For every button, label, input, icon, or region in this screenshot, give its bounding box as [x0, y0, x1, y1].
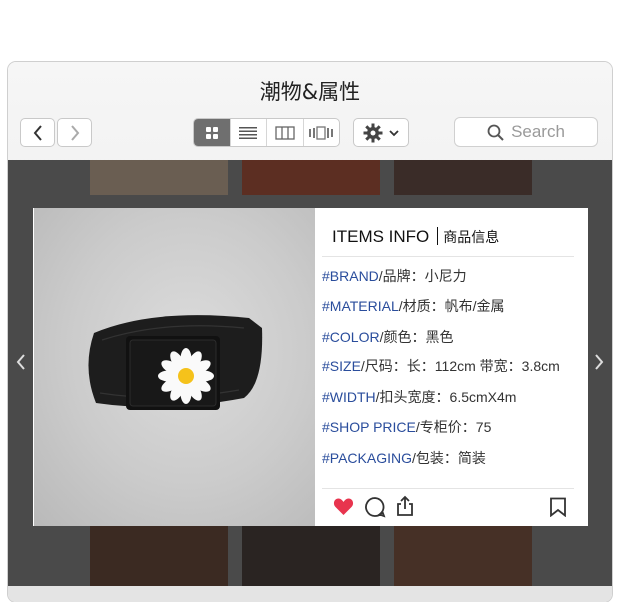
like-button[interactable]	[333, 497, 354, 520]
settings-menu-button[interactable]	[353, 118, 409, 147]
gallery-thumbnail[interactable]	[90, 524, 228, 586]
view-mode-segmented-control	[193, 118, 340, 147]
gallery-thumbnail[interactable]	[394, 160, 532, 195]
next-item-button[interactable]	[592, 350, 606, 374]
heart-icon	[333, 498, 354, 515]
gallery-thumbnail[interactable]	[242, 160, 380, 195]
items-info-header: ITEMS INFO 商品信息	[332, 227, 499, 247]
chevron-left-icon	[33, 124, 42, 141]
attribute-value: /包装：简装	[412, 450, 486, 466]
forward-button[interactable]	[57, 118, 92, 147]
search-placeholder: Search	[511, 122, 565, 141]
attribute-row-material: #MATERIAL/材质：帆布/金属	[322, 296, 505, 316]
attribute-row-size: #SIZE/尺码：长：112cm 带宽：3.8cm	[322, 356, 560, 376]
attribute-row-brand: #BRAND/品牌：小尼力	[322, 266, 467, 286]
search-field[interactable]: Search	[454, 117, 598, 147]
items-info-subtitle: 商品信息	[443, 229, 500, 245]
belt-illustration	[88, 315, 263, 410]
comment-icon	[365, 497, 386, 518]
list-view-button[interactable]	[231, 119, 267, 146]
share-button[interactable]	[395, 495, 415, 521]
chevron-right-icon	[70, 124, 79, 141]
grid-view-button[interactable]	[194, 119, 231, 146]
attribute-row-price: #SHOP PRICE/专柜价：75	[322, 417, 491, 437]
attribute-value: /尺码：长：112cm 带宽：3.8cm	[360, 358, 560, 374]
gear-icon	[363, 123, 383, 142]
column-view-icon	[275, 125, 295, 140]
window-title: 潮物&属性	[259, 80, 361, 104]
header-separator	[437, 227, 439, 245]
previous-item-button[interactable]	[14, 350, 28, 374]
attribute-key: #SIZE	[322, 358, 361, 374]
attribute-value: /材质：帆布/金属	[398, 298, 505, 314]
search-icon	[487, 124, 504, 141]
bookmark-button[interactable]	[549, 497, 567, 521]
attribute-row-width: #WIDTH/扣头宽度：6.5cmX4m	[322, 387, 516, 407]
attribute-value: /品牌：小尼力	[378, 268, 467, 284]
share-icon	[397, 495, 413, 516]
attribute-key: #WIDTH	[322, 389, 376, 405]
attribute-key: #SHOP PRICE	[322, 419, 416, 435]
actions-divider	[322, 488, 574, 489]
gallery-thumbnail[interactable]	[394, 524, 532, 586]
attribute-value: /颜色：黑色	[379, 329, 454, 345]
list-view-icon	[239, 126, 258, 139]
bookmark-icon	[550, 497, 566, 518]
grid-view-icon	[205, 126, 218, 139]
attribute-key: #BRAND	[322, 268, 379, 284]
header-divider	[322, 256, 574, 257]
cover-flow-button[interactable]	[304, 119, 340, 146]
attribute-key: #COLOR	[322, 329, 380, 345]
attribute-row-color: #COLOR/颜色：黑色	[322, 327, 453, 347]
chevron-left-icon	[16, 354, 25, 370]
chevron-down-icon	[389, 129, 399, 136]
comment-button[interactable]	[364, 496, 386, 522]
gallery-thumbnail[interactable]	[242, 524, 380, 586]
product-photo	[34, 208, 315, 526]
items-info-title: ITEMS INFO	[332, 227, 430, 246]
attribute-value: /专柜价：75	[415, 419, 492, 435]
column-view-button[interactable]	[267, 119, 304, 146]
attribute-key: #PACKAGING	[322, 450, 412, 466]
attribute-value: /扣头宽度：6.5cmX4m	[375, 389, 517, 405]
cover-flow-icon	[309, 125, 334, 140]
gallery-thumbnail[interactable]	[90, 160, 228, 195]
back-button[interactable]	[20, 118, 55, 147]
chevron-right-icon	[595, 354, 604, 370]
attribute-key: #MATERIAL	[322, 298, 399, 314]
attribute-row-packaging: #PACKAGING/包装：简装	[322, 448, 486, 468]
